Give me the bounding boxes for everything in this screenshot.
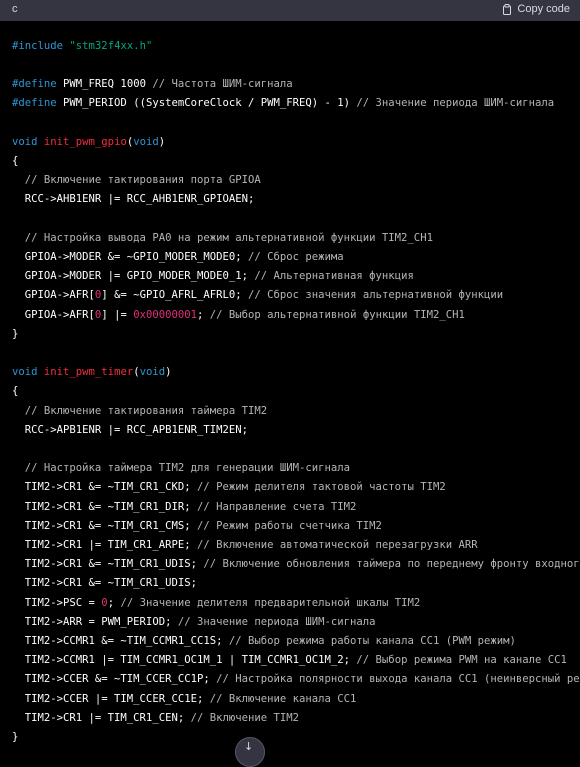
code-line: } [12, 731, 19, 743]
code-line: TIM2->CR1 &= ~TIM_CR1_UDIS; [12, 577, 197, 589]
code-line: { [12, 385, 19, 397]
code-line: // Настройка таймера TIM2 для генерации … [12, 462, 351, 474]
code-line: TIM2->CR1 &= ~TIM_CR1_CKD; // Режим дели… [12, 481, 446, 493]
scroll-to-bottom-button[interactable]: ↓ [235, 737, 265, 767]
code-line: // Включение тактирования таймера TIM2 [12, 405, 268, 417]
code-line: GPIOA->AFR[0] |= 0x00000001; // Выбор ал… [12, 309, 465, 321]
code-line: GPIOA->MODER |= GPIO_MODER_MODE0_1; // А… [12, 270, 414, 282]
code-line: TIM2->CR1 &= ~TIM_CR1_CMS; // Режим рабо… [12, 520, 382, 532]
code-line: // Настройка вывода PA0 на режим альтерн… [12, 232, 433, 244]
down-arrow-icon: ↓ [244, 740, 254, 753]
code-language-label: c [12, 3, 18, 15]
code-line: { [12, 155, 19, 167]
code-line: } [12, 328, 19, 340]
code-block-header: c Copy code [0, 0, 580, 21]
code-line: TIM2->CCER &= ~TIM_CCER_CC1P; // Настрой… [12, 673, 580, 685]
copy-code-label: Copy code [517, 3, 570, 15]
code-block: #include "stm32f4xx.h" #define PWM_FREQ … [0, 21, 580, 748]
code-line: void init_pwm_gpio(void) [12, 136, 166, 148]
code-line: TIM2->CCMR1 |= TIM_CCMR1_OC1M_1 | TIM_CC… [12, 654, 567, 666]
code-line: TIM2->CR1 &= ~TIM_CR1_DIR; // Направлени… [12, 501, 357, 513]
code-line: GPIOA->MODER &= ~GPIO_MODER_MODE0; // Сб… [12, 251, 344, 263]
copy-code-button[interactable]: Copy code [502, 3, 570, 15]
code-line: // Включение тактирования порта GPIOA [12, 174, 261, 186]
code-line: #include "stm32f4xx.h" [12, 40, 153, 52]
code-line: TIM2->CR1 &= ~TIM_CR1_UDIS; // Включение… [12, 558, 580, 570]
code-line: #define PWM_PERIOD ((SystemCoreClock / P… [12, 97, 555, 109]
code-line: GPIOA->AFR[0] &= ~GPIO_AFRL_AFRL0; // Сб… [12, 289, 504, 301]
code-line: TIM2->CR1 |= TIM_CR1_ARPE; // Включение … [12, 539, 478, 551]
code-line: TIM2->CCMR1 &= ~TIM_CCMR1_CC1S; // Выбор… [12, 635, 516, 647]
code-line: TIM2->CR1 |= TIM_CR1_CEN; // Включение T… [12, 712, 300, 724]
code-line: TIM2->CCER |= TIM_CCER_CC1E; // Включени… [12, 693, 357, 705]
code-line: TIM2->ARR = PWM_PERIOD; // Значение пери… [12, 616, 376, 628]
code-line: RCC->APB1ENR |= RCC_APB1ENR_TIM2EN; [12, 424, 248, 436]
code-line: TIM2->PSC = 0; // Значение делителя пред… [12, 597, 421, 609]
code-line: #define PWM_FREQ 1000 // Частота ШИМ-сиг… [12, 78, 293, 90]
code-line: void init_pwm_timer(void) [12, 366, 172, 378]
code-line: RCC->AHB1ENR |= RCC_AHB1ENR_GPIOAEN; [12, 193, 255, 205]
clipboard-icon [503, 3, 512, 15]
